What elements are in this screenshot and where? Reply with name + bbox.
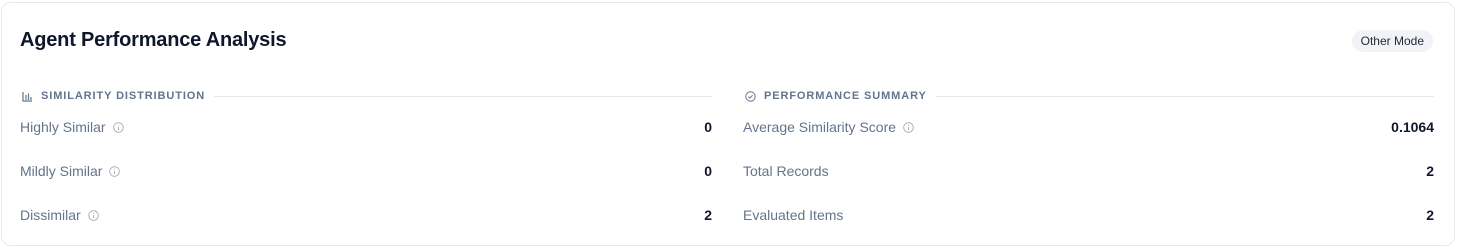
stat-label: Highly Similar (20, 119, 106, 135)
similarity-distribution-section: SIMILARITY DISTRIBUTION Highly Similar 0… (20, 87, 712, 223)
stat-label: Mildly Similar (20, 163, 103, 179)
stat-value: 2 (704, 207, 712, 223)
mode-badge: Other Mode (1351, 30, 1433, 52)
stat-value: 2 (1426, 163, 1434, 179)
section-title: SIMILARITY DISTRIBUTION (41, 90, 206, 102)
stat-value: 0 (704, 119, 712, 135)
agent-performance-card: Agent Performance Analysis Other Mode SI… (1, 2, 1455, 246)
section-title: PERFORMANCE SUMMARY (764, 90, 927, 102)
bar-chart-icon (21, 90, 33, 102)
divider (935, 95, 1434, 97)
stat-label: Dissimilar (20, 207, 81, 223)
check-circle-icon (744, 90, 756, 102)
stat-row-highly-similar: Highly Similar 0 (20, 117, 712, 137)
divider (214, 95, 712, 97)
stat-row-dissimilar: Dissimilar 2 (20, 205, 712, 225)
info-icon[interactable] (87, 209, 99, 221)
stat-row-evaluated-items: Evaluated Items 2 (743, 205, 1434, 225)
stat-label: Average Similarity Score (743, 119, 897, 135)
stat-value: 2 (1426, 207, 1434, 223)
section-header: SIMILARITY DISTRIBUTION (20, 87, 712, 105)
info-icon[interactable] (903, 121, 914, 133)
performance-summary-section: PERFORMANCE SUMMARY Average Similarity S… (743, 87, 1434, 223)
stat-label: Evaluated Items (743, 207, 844, 223)
stat-row-total-records: Total Records 2 (743, 161, 1434, 181)
section-header: PERFORMANCE SUMMARY (743, 87, 1434, 105)
info-icon[interactable] (112, 121, 124, 133)
card-title: Agent Performance Analysis (20, 29, 287, 51)
stat-label: Total Records (743, 163, 829, 179)
info-icon[interactable] (109, 165, 121, 177)
stat-value: 0 (704, 163, 712, 179)
stat-value: 0.1064 (1391, 119, 1434, 135)
stat-row-mildly-similar: Mildly Similar 0 (20, 161, 712, 181)
stat-row-average-similarity-score: Average Similarity Score 0.1064 (743, 117, 1434, 137)
